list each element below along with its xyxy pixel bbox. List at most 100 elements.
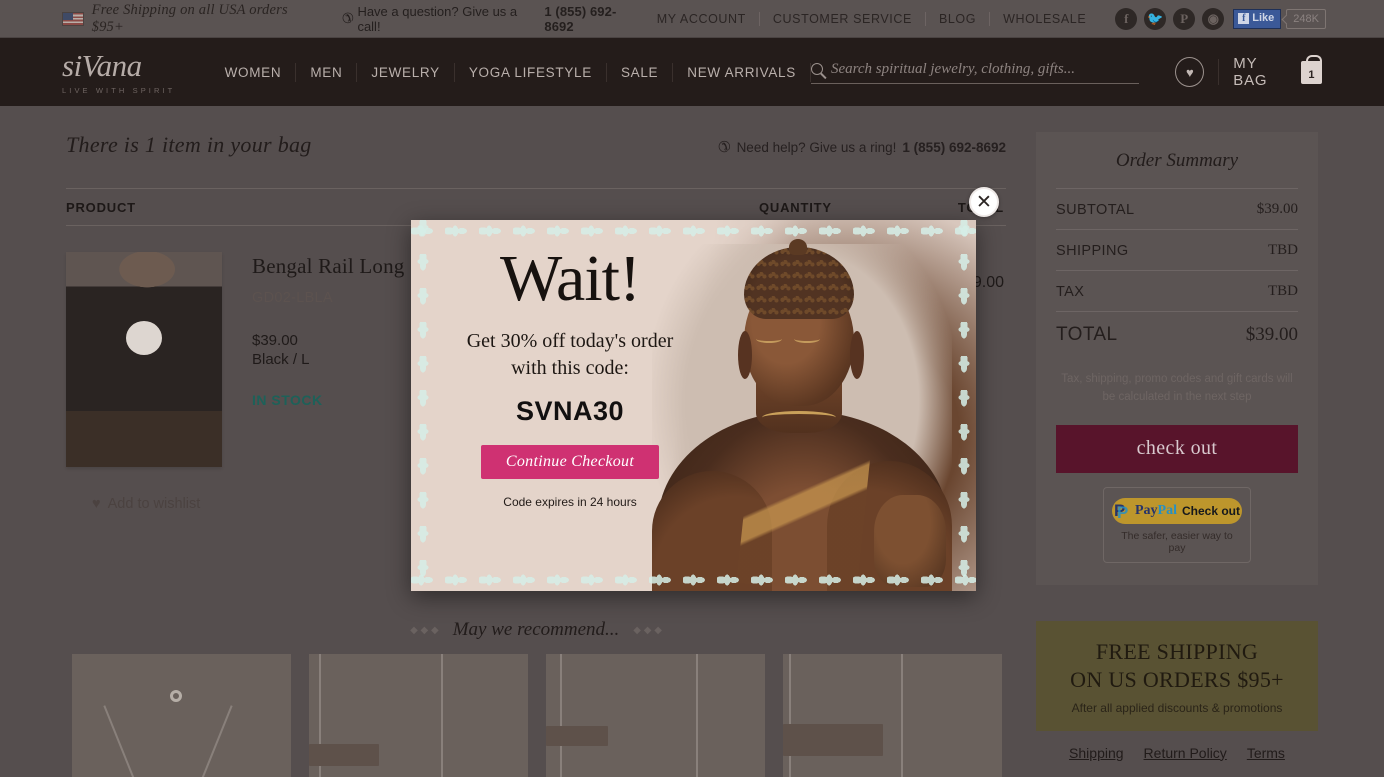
nav-item-women[interactable]: WOMEN (211, 63, 297, 82)
cart-column: There is 1 item in your bag ✆ Need help?… (66, 132, 1006, 158)
nav-item-new-arrivals[interactable]: NEW ARRIVALS (673, 63, 811, 82)
link-wholesale[interactable]: WHOLESALE (990, 12, 1099, 26)
facebook-like-button[interactable]: f Like (1233, 9, 1281, 29)
twitter-icon[interactable]: 🐦 (1144, 8, 1166, 30)
recommended-product-card[interactable] (546, 654, 765, 777)
recommended-product-card[interactable] (309, 654, 528, 777)
link-my-account[interactable]: MY ACCOUNT (644, 12, 760, 26)
link-return-policy[interactable]: Return Policy (1144, 745, 1227, 761)
my-bag-button[interactable]: MY BAG 1 (1233, 55, 1322, 89)
buddha-ear-right (850, 331, 864, 379)
chain-graphic (441, 654, 443, 777)
free-shipping-line2: ON US ORDERS $95+ (1046, 667, 1308, 693)
modal-border-left (411, 220, 435, 591)
facebook-f-icon: f (1238, 13, 1249, 24)
paypal-icon (1114, 503, 1128, 519)
heart-icon: ♥ (92, 496, 101, 512)
buddha-eye-left (756, 335, 782, 343)
modal-subline-2: with this code: (511, 357, 629, 379)
paypal-checkout-label: Check out (1182, 504, 1240, 518)
continue-checkout-button[interactable]: Continue Checkout (481, 445, 659, 479)
pendant-bar-icon (783, 724, 883, 756)
shopping-bag-icon: 1 (1301, 61, 1322, 84)
recommended-products-grid (72, 654, 1012, 777)
total-value: $39.00 (1246, 324, 1298, 346)
link-shipping[interactable]: Shipping (1069, 745, 1124, 761)
pendant-bar-icon (309, 744, 379, 766)
chain-graphic (789, 654, 791, 777)
nav-item-yoga-lifestyle[interactable]: YOGA LIFESTYLE (455, 63, 607, 82)
paypal-subtext: The safer, easier way to pay (1112, 530, 1242, 554)
logo-tagline: LIVE WITH SPIRIT (62, 86, 187, 95)
add-to-wishlist-button[interactable]: ♥ Add to wishlist (92, 496, 200, 512)
free-shipping-banner: FREE SHIPPING ON US ORDERS $95+ After al… (1036, 621, 1318, 731)
close-icon[interactable]: ✕ (969, 187, 999, 217)
add-to-wishlist-label: Add to wishlist (108, 496, 201, 512)
nav-item-jewelry[interactable]: JEWELRY (357, 63, 454, 82)
summary-row-shipping: SHIPPING TBD (1056, 229, 1298, 270)
column-header-product: PRODUCT (66, 200, 136, 215)
recommended-product-card[interactable] (783, 654, 1002, 777)
nav-item-sale[interactable]: SALE (607, 63, 673, 82)
shirt-graphic-icon (137, 336, 151, 341)
sidebar-policy-links: Shipping Return Policy Terms (1036, 745, 1318, 761)
instagram-icon[interactable]: ◉ (1202, 8, 1224, 30)
pinterest-icon[interactable]: P (1173, 8, 1195, 30)
free-shipping-line3: After all applied discounts & promotions (1046, 701, 1308, 715)
top-utility-bar: Free Shipping on all USA orders $95+ ✆ H… (0, 0, 1384, 38)
link-blog[interactable]: BLOG (926, 12, 990, 26)
modal-content: Wait! Get 30% off today's order with thi… (435, 246, 705, 509)
wishlist-button[interactable]: ♥ (1175, 57, 1204, 87)
order-sidebar: Order Summary SUBTOTAL $39.00 SHIPPING T… (1036, 132, 1318, 761)
recommended-product-card[interactable] (72, 654, 291, 777)
buddha-robe (736, 433, 871, 591)
promo-code[interactable]: SVNA30 (435, 396, 705, 427)
phone-icon: ✆ (342, 10, 354, 27)
checkout-button[interactable]: check out (1056, 425, 1298, 473)
recommend-title: May we recommend... (453, 619, 620, 641)
paypal-wordmark: PayPal (1135, 503, 1177, 519)
shipping-value: TBD (1268, 242, 1298, 259)
my-bag-label: MY BAG (1233, 55, 1294, 89)
modal-headline: Wait! (435, 246, 705, 312)
need-help-phone[interactable]: 1 (855) 692-8692 (902, 140, 1006, 155)
link-customer-service[interactable]: CUSTOMER SERVICE (760, 12, 926, 26)
column-header-quantity: QUANTITY (759, 200, 832, 215)
search-area: ♥ MY BAG 1 (811, 55, 1384, 89)
nav-item-men[interactable]: MEN (296, 63, 357, 82)
paypal-checkout-button[interactable]: PayPal Check out (1112, 498, 1242, 524)
free-shipping-line1: FREE SHIPPING (1046, 639, 1308, 665)
topbar-right-group: MY ACCOUNT CUSTOMER SERVICE BLOG WHOLESA… (644, 8, 1326, 30)
decorative-dots-right: ◆ ◆ ◆ (633, 625, 662, 636)
subtotal-value: $39.00 (1257, 201, 1298, 218)
paypal-checkout-block[interactable]: PayPal Check out The safer, easier way t… (1103, 487, 1251, 563)
us-flag-icon (62, 12, 84, 26)
chain-graphic (103, 705, 142, 777)
chain-graphic (901, 654, 903, 777)
subtotal-label: SUBTOTAL (1056, 202, 1134, 218)
summary-row-total: TOTAL $39.00 (1056, 311, 1298, 357)
summary-row-tax: TAX TBD (1056, 270, 1298, 311)
shipping-label: SHIPPING (1056, 243, 1129, 259)
order-summary-title: Order Summary (1056, 150, 1298, 172)
facebook-icon[interactable]: f (1115, 8, 1137, 30)
total-label: TOTAL (1056, 324, 1117, 346)
need-help-group: ✆ Need help? Give us a ring! 1 (855) 692… (718, 138, 1006, 156)
search-input[interactable] (831, 61, 1131, 78)
bag-item-count: 1 (1308, 69, 1314, 81)
logo-wordmark: siVana (62, 50, 187, 81)
buddha-eye-right (794, 335, 820, 343)
topbar-phone-number[interactable]: 1 (855) 692-8692 (544, 4, 643, 34)
modal-subline-1: Get 30% off today's order (467, 330, 674, 352)
product-thumbnail[interactable] (66, 252, 222, 467)
modal-border-bottom (411, 569, 976, 591)
facebook-like-widget: f Like 248K (1233, 9, 1326, 29)
free-shipping-text: Free Shipping on all USA orders $95+ (92, 2, 320, 36)
site-logo[interactable]: siVana LIVE WITH SPIRIT (62, 50, 187, 95)
link-terms[interactable]: Terms (1247, 745, 1285, 761)
recommend-heading-row: ◆ ◆ ◆ May we recommend... ◆ ◆ ◆ (66, 619, 1006, 641)
facebook-like-label: Like (1252, 12, 1274, 24)
search-box[interactable] (811, 61, 1139, 84)
chain-graphic (560, 654, 562, 777)
need-help-text: Need help? Give us a ring! (737, 140, 897, 155)
